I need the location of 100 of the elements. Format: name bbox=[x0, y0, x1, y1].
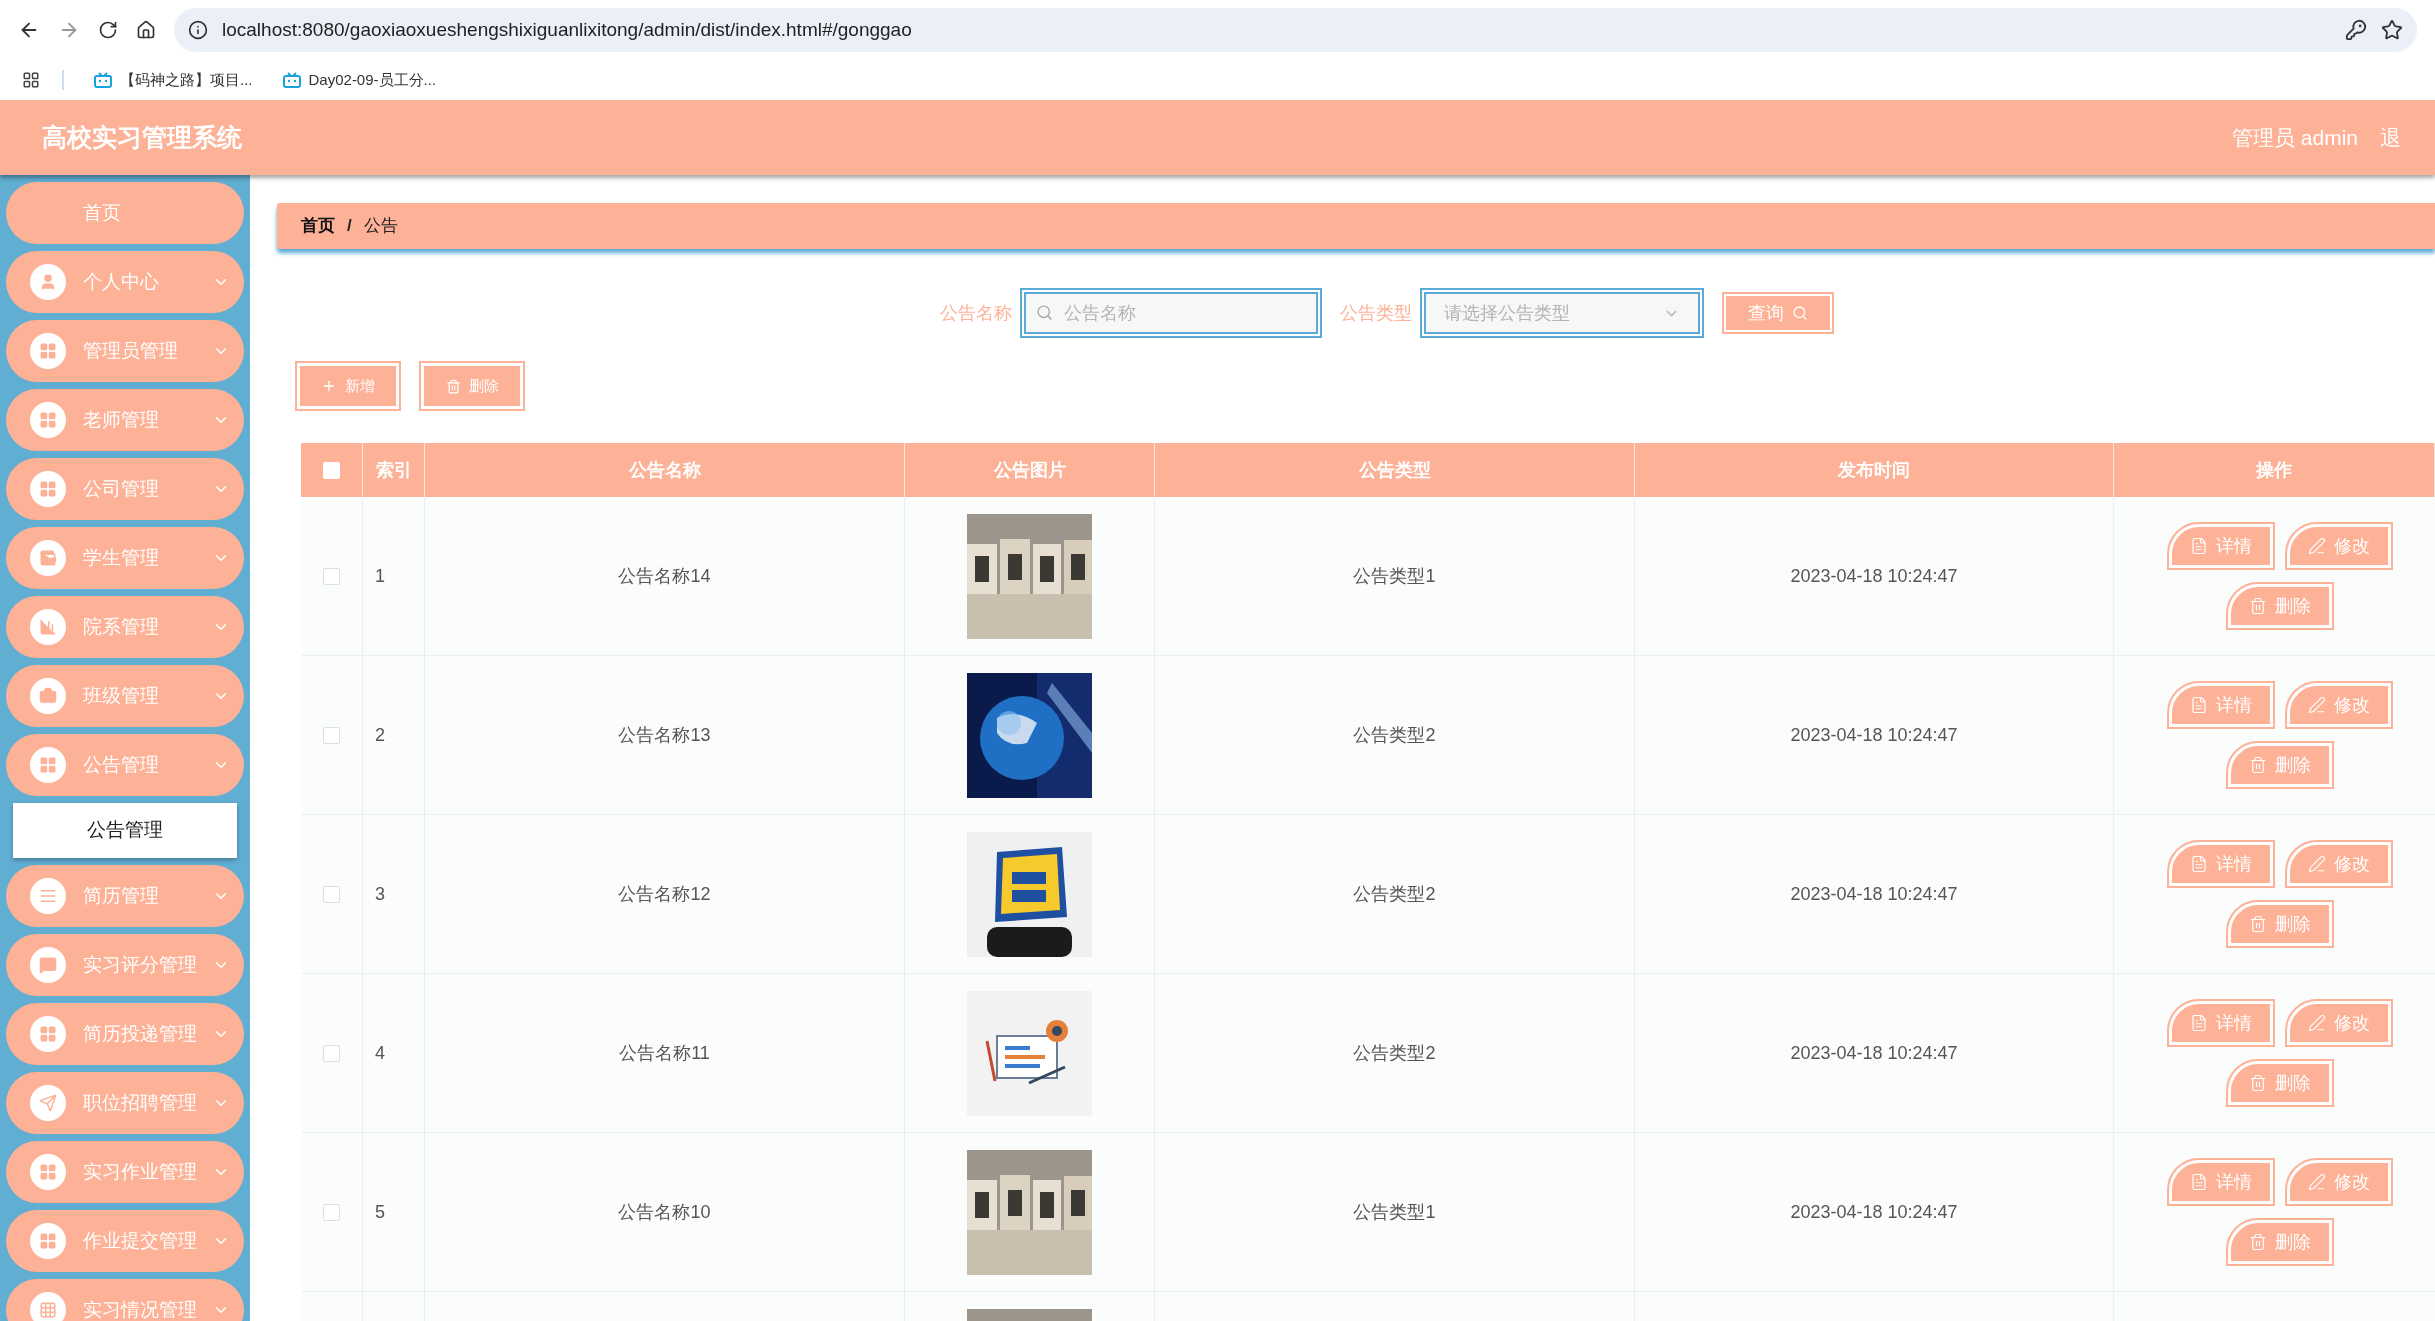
list-icon bbox=[30, 878, 66, 914]
row-checkbox[interactable] bbox=[323, 726, 340, 744]
delete-button[interactable]: 删除 bbox=[2227, 902, 2332, 946]
tv-icon bbox=[282, 72, 301, 88]
briefcase-icon bbox=[30, 678, 66, 714]
field-label: 公告名称 bbox=[940, 301, 1012, 325]
edit-button[interactable]: 修改 bbox=[2286, 524, 2391, 568]
table-cell-text: 公告类型2 bbox=[1353, 882, 1436, 906]
submenu-item[interactable]: 公告管理 bbox=[13, 803, 237, 858]
plus-icon bbox=[321, 378, 337, 394]
trash-icon bbox=[2248, 1074, 2267, 1092]
sidebar-menu-item[interactable]: 公告管理 bbox=[6, 734, 244, 796]
breadcrumb-separator: / bbox=[347, 215, 352, 238]
sidebar-menu-item[interactable]: 简历管理 bbox=[6, 865, 244, 927]
details-button[interactable]: 详情 bbox=[2168, 1001, 2273, 1045]
sidebar-menu-item[interactable]: 首页 bbox=[6, 182, 244, 244]
pencil-icon bbox=[2307, 1173, 2326, 1191]
sidebar-menu-item[interactable]: 职位招聘管理 bbox=[6, 1072, 244, 1134]
edit-button[interactable]: 修改 bbox=[2286, 1160, 2391, 1204]
chat-icon bbox=[30, 947, 66, 983]
search-icon bbox=[1036, 304, 1053, 321]
sidebar-menu-item[interactable]: 个人中心 bbox=[6, 251, 244, 313]
table-cell-text: 公告名称13 bbox=[618, 723, 711, 747]
delete-button[interactable]: 删除 bbox=[2227, 1061, 2332, 1105]
edit-button[interactable]: 修改 bbox=[2286, 683, 2391, 727]
app-title: 高校实习管理系统 bbox=[42, 121, 242, 153]
row-checkbox[interactable] bbox=[323, 1044, 340, 1062]
edit-button[interactable]: 修改 bbox=[2286, 1001, 2391, 1045]
row-checkbox[interactable] bbox=[323, 885, 340, 903]
select-all-checkbox[interactable] bbox=[323, 461, 340, 479]
add-button[interactable]: 新增 bbox=[297, 363, 399, 409]
grid-icon bbox=[30, 402, 66, 438]
edit-button[interactable]: 修改 bbox=[2286, 842, 2391, 886]
address-bar[interactable]: localhost:8080/gaoxiaoxueshengshixiguanlixitong/admin/dist/index.html#/gonggao bbox=[174, 8, 2417, 52]
wallet-icon bbox=[30, 540, 66, 576]
sidebar-menu-item[interactable]: 老师管理 bbox=[6, 389, 244, 451]
details-button[interactable]: 详情 bbox=[2168, 1160, 2273, 1204]
search-icon bbox=[1792, 305, 1808, 321]
sidebar-menu-item[interactable]: 简历投递管理 bbox=[6, 1003, 244, 1065]
column-header: 发布时间 bbox=[1635, 443, 2114, 497]
field-label: 公告类型 bbox=[1340, 301, 1412, 325]
table-cell-text: 2023-04-18 10:24:47 bbox=[1790, 723, 1958, 747]
trash-icon bbox=[2248, 597, 2267, 615]
column-header: 操作 bbox=[2114, 443, 2435, 497]
bar-chart-icon bbox=[30, 609, 66, 645]
grid-icon bbox=[30, 471, 66, 507]
apps-icon[interactable] bbox=[22, 71, 40, 89]
sidebar-menu-item[interactable]: 公司管理 bbox=[6, 458, 244, 520]
document-icon bbox=[2189, 1173, 2208, 1191]
delete-button[interactable]: 删除 bbox=[2227, 1220, 2332, 1264]
table-cell-text: 公告类型1 bbox=[1353, 564, 1436, 588]
sidebar-menu-item[interactable]: 实习情况管理 bbox=[6, 1279, 244, 1321]
home-icon[interactable] bbox=[136, 20, 156, 40]
document-icon bbox=[2189, 855, 2208, 873]
table-cell-text: 2 bbox=[375, 723, 385, 747]
table-cell-text: 公告类型2 bbox=[1353, 723, 1436, 747]
delete-button[interactable]: 删除 bbox=[421, 363, 523, 409]
query-button[interactable]: 查询 bbox=[1724, 294, 1832, 332]
star-icon[interactable] bbox=[2381, 19, 2403, 41]
sidebar-menu-item[interactable]: 实习作业管理 bbox=[6, 1141, 244, 1203]
sidebar-menu-item[interactable]: 作业提交管理 bbox=[6, 1210, 244, 1272]
row-checkbox[interactable] bbox=[323, 567, 340, 585]
key-icon[interactable] bbox=[2345, 19, 2367, 41]
grid-icon bbox=[30, 1154, 66, 1190]
breadcrumb-link[interactable]: 首页 bbox=[301, 213, 335, 239]
document-icon bbox=[2189, 1014, 2208, 1032]
details-button[interactable]: 详情 bbox=[2168, 683, 2273, 727]
sidebar-menu-item[interactable]: 学生管理 bbox=[6, 527, 244, 589]
sidebar-menu-item[interactable]: 院系管理 bbox=[6, 596, 244, 658]
table-cell-text: 2023-04-18 10:24:47 bbox=[1790, 1200, 1958, 1224]
table-cell-text: 公告名称14 bbox=[618, 564, 711, 588]
details-button[interactable]: 详情 bbox=[2168, 524, 2273, 568]
document-icon bbox=[2189, 696, 2208, 714]
sidebar-menu-item[interactable]: 管理员管理 bbox=[6, 320, 244, 382]
column-header: 公告名称 bbox=[425, 443, 905, 497]
trash-icon bbox=[445, 378, 461, 394]
delete-button[interactable]: 删除 bbox=[2227, 584, 2332, 628]
bookmark-link[interactable]: Day02-09-员工分... bbox=[282, 68, 437, 92]
row-checkbox[interactable] bbox=[323, 1203, 340, 1221]
sidebar-menu-item[interactable]: 实习评分管理 bbox=[6, 934, 244, 996]
delete-button[interactable]: 删除 bbox=[2227, 743, 2332, 787]
table-cell-text: 5 bbox=[375, 1200, 385, 1224]
pencil-icon bbox=[2307, 855, 2326, 873]
pencil-icon bbox=[2307, 537, 2326, 555]
breadcrumb-link[interactable]: 公告 bbox=[363, 213, 398, 239]
grid-icon bbox=[30, 1016, 66, 1052]
grid-icon bbox=[30, 747, 66, 783]
user-label: 管理员 admin bbox=[2231, 124, 2358, 151]
logout-link[interactable]: 退 bbox=[2380, 121, 2401, 154]
table-cell-text: 2023-04-18 10:24:47 bbox=[1790, 882, 1958, 906]
column-header: 公告图片 bbox=[905, 443, 1155, 497]
sidebar-menu-item[interactable]: 班级管理 bbox=[6, 665, 244, 727]
reload-icon[interactable] bbox=[98, 20, 118, 40]
table-cell-text: 2023-04-18 10:24:47 bbox=[1790, 564, 1958, 588]
tv-icon bbox=[94, 72, 112, 88]
table-cell-text: 2023-04-18 10:24:47 bbox=[1790, 1041, 1958, 1065]
details-button[interactable]: 详情 bbox=[2168, 842, 2273, 886]
column-header: 公告类型 bbox=[1155, 443, 1635, 497]
bookmark-link[interactable]: 【码神之路】项目... bbox=[94, 68, 253, 92]
table-cell-text: 公告名称12 bbox=[618, 882, 711, 906]
